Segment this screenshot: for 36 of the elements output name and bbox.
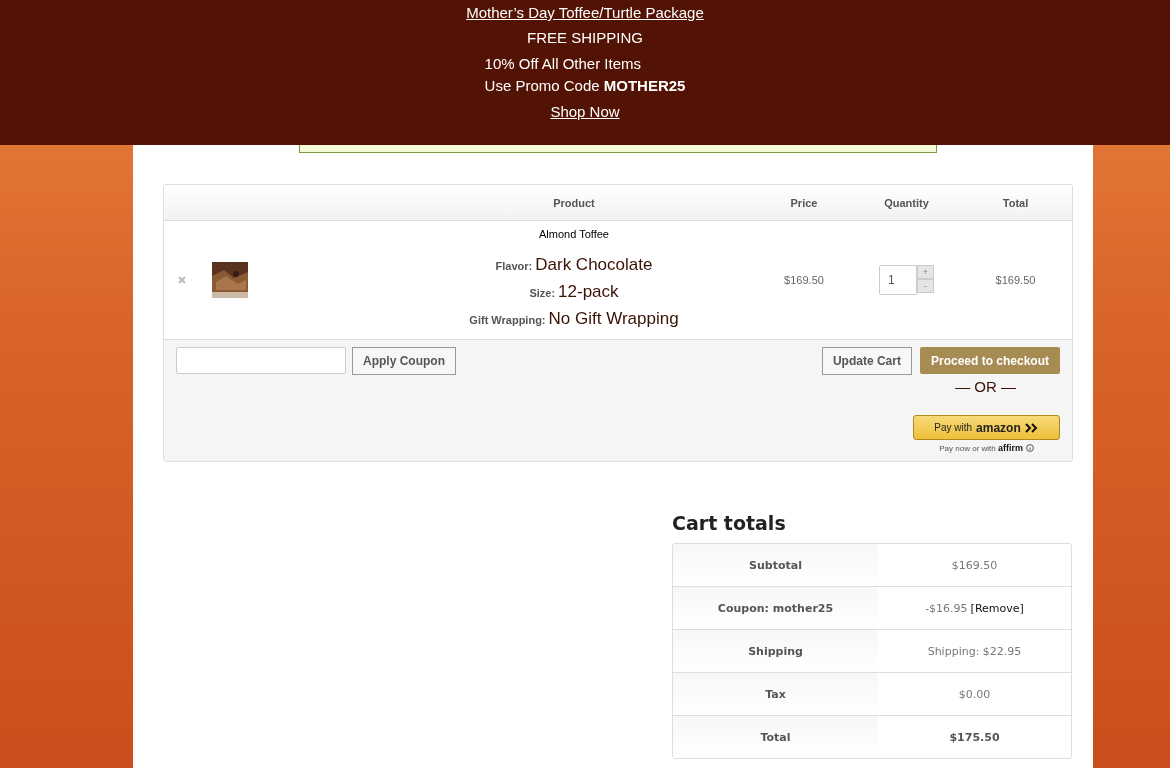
shop-now-link[interactable]: Shop Now [550,102,620,122]
attribute-value: No Gift Wrapping [548,307,679,330]
attribute-value: 12-pack [558,280,619,303]
totals-value: $175.50 [949,730,1000,744]
column-header: Total [1001,196,1030,209]
amazon-pay-button[interactable]: Pay with amazon [913,415,1060,440]
product-name: Almond Toffee [539,227,609,240]
affirm-text: Pay now or with affirm [939,443,1023,453]
totals-value: Shipping: $22.95 [927,644,1022,658]
column-header: Price [789,196,819,209]
quantity-field[interactable]: 1 [879,265,917,295]
coupon-field[interactable] [176,347,346,374]
attribute-label: Flavor: [495,258,533,274]
cart-totals-title: Cart totals [672,512,787,534]
column-header: Product [552,196,596,209]
chevron-icon [1024,422,1039,433]
attribute-label: Gift Wrapping: [469,312,546,328]
remove-icon[interactable] [178,276,186,284]
promo-text: FREE SHIPPING [527,28,643,48]
info-icon[interactable] [1026,444,1034,452]
column-header: Quantity [883,196,930,209]
totals-value: -$16.95 [925,601,968,615]
totals-label: Total [673,716,878,758]
attribute-value: Dark Chocolate [535,253,653,276]
price: $169.50 [783,274,825,286]
remove-link[interactable]: [Remove] [970,601,1024,615]
apply-coupon-button[interactable]: Apply Coupon [352,347,456,375]
promo-text: 10% Off All Other Items [484,54,642,74]
totals-value: $0.00 [958,687,991,701]
promo-text: Use Promo Code MOTHER25 [484,76,686,96]
line-total: $169.50 [994,274,1037,286]
totals-value: $169.50 [951,558,998,572]
or-divider: — OR — [955,378,1016,395]
promo-link[interactable]: Mother’s Day Toffee/Turtle Package [466,3,704,23]
attribute-label: Size: [529,285,556,301]
update-cart-button[interactable]: Update Cart [821,347,912,375]
